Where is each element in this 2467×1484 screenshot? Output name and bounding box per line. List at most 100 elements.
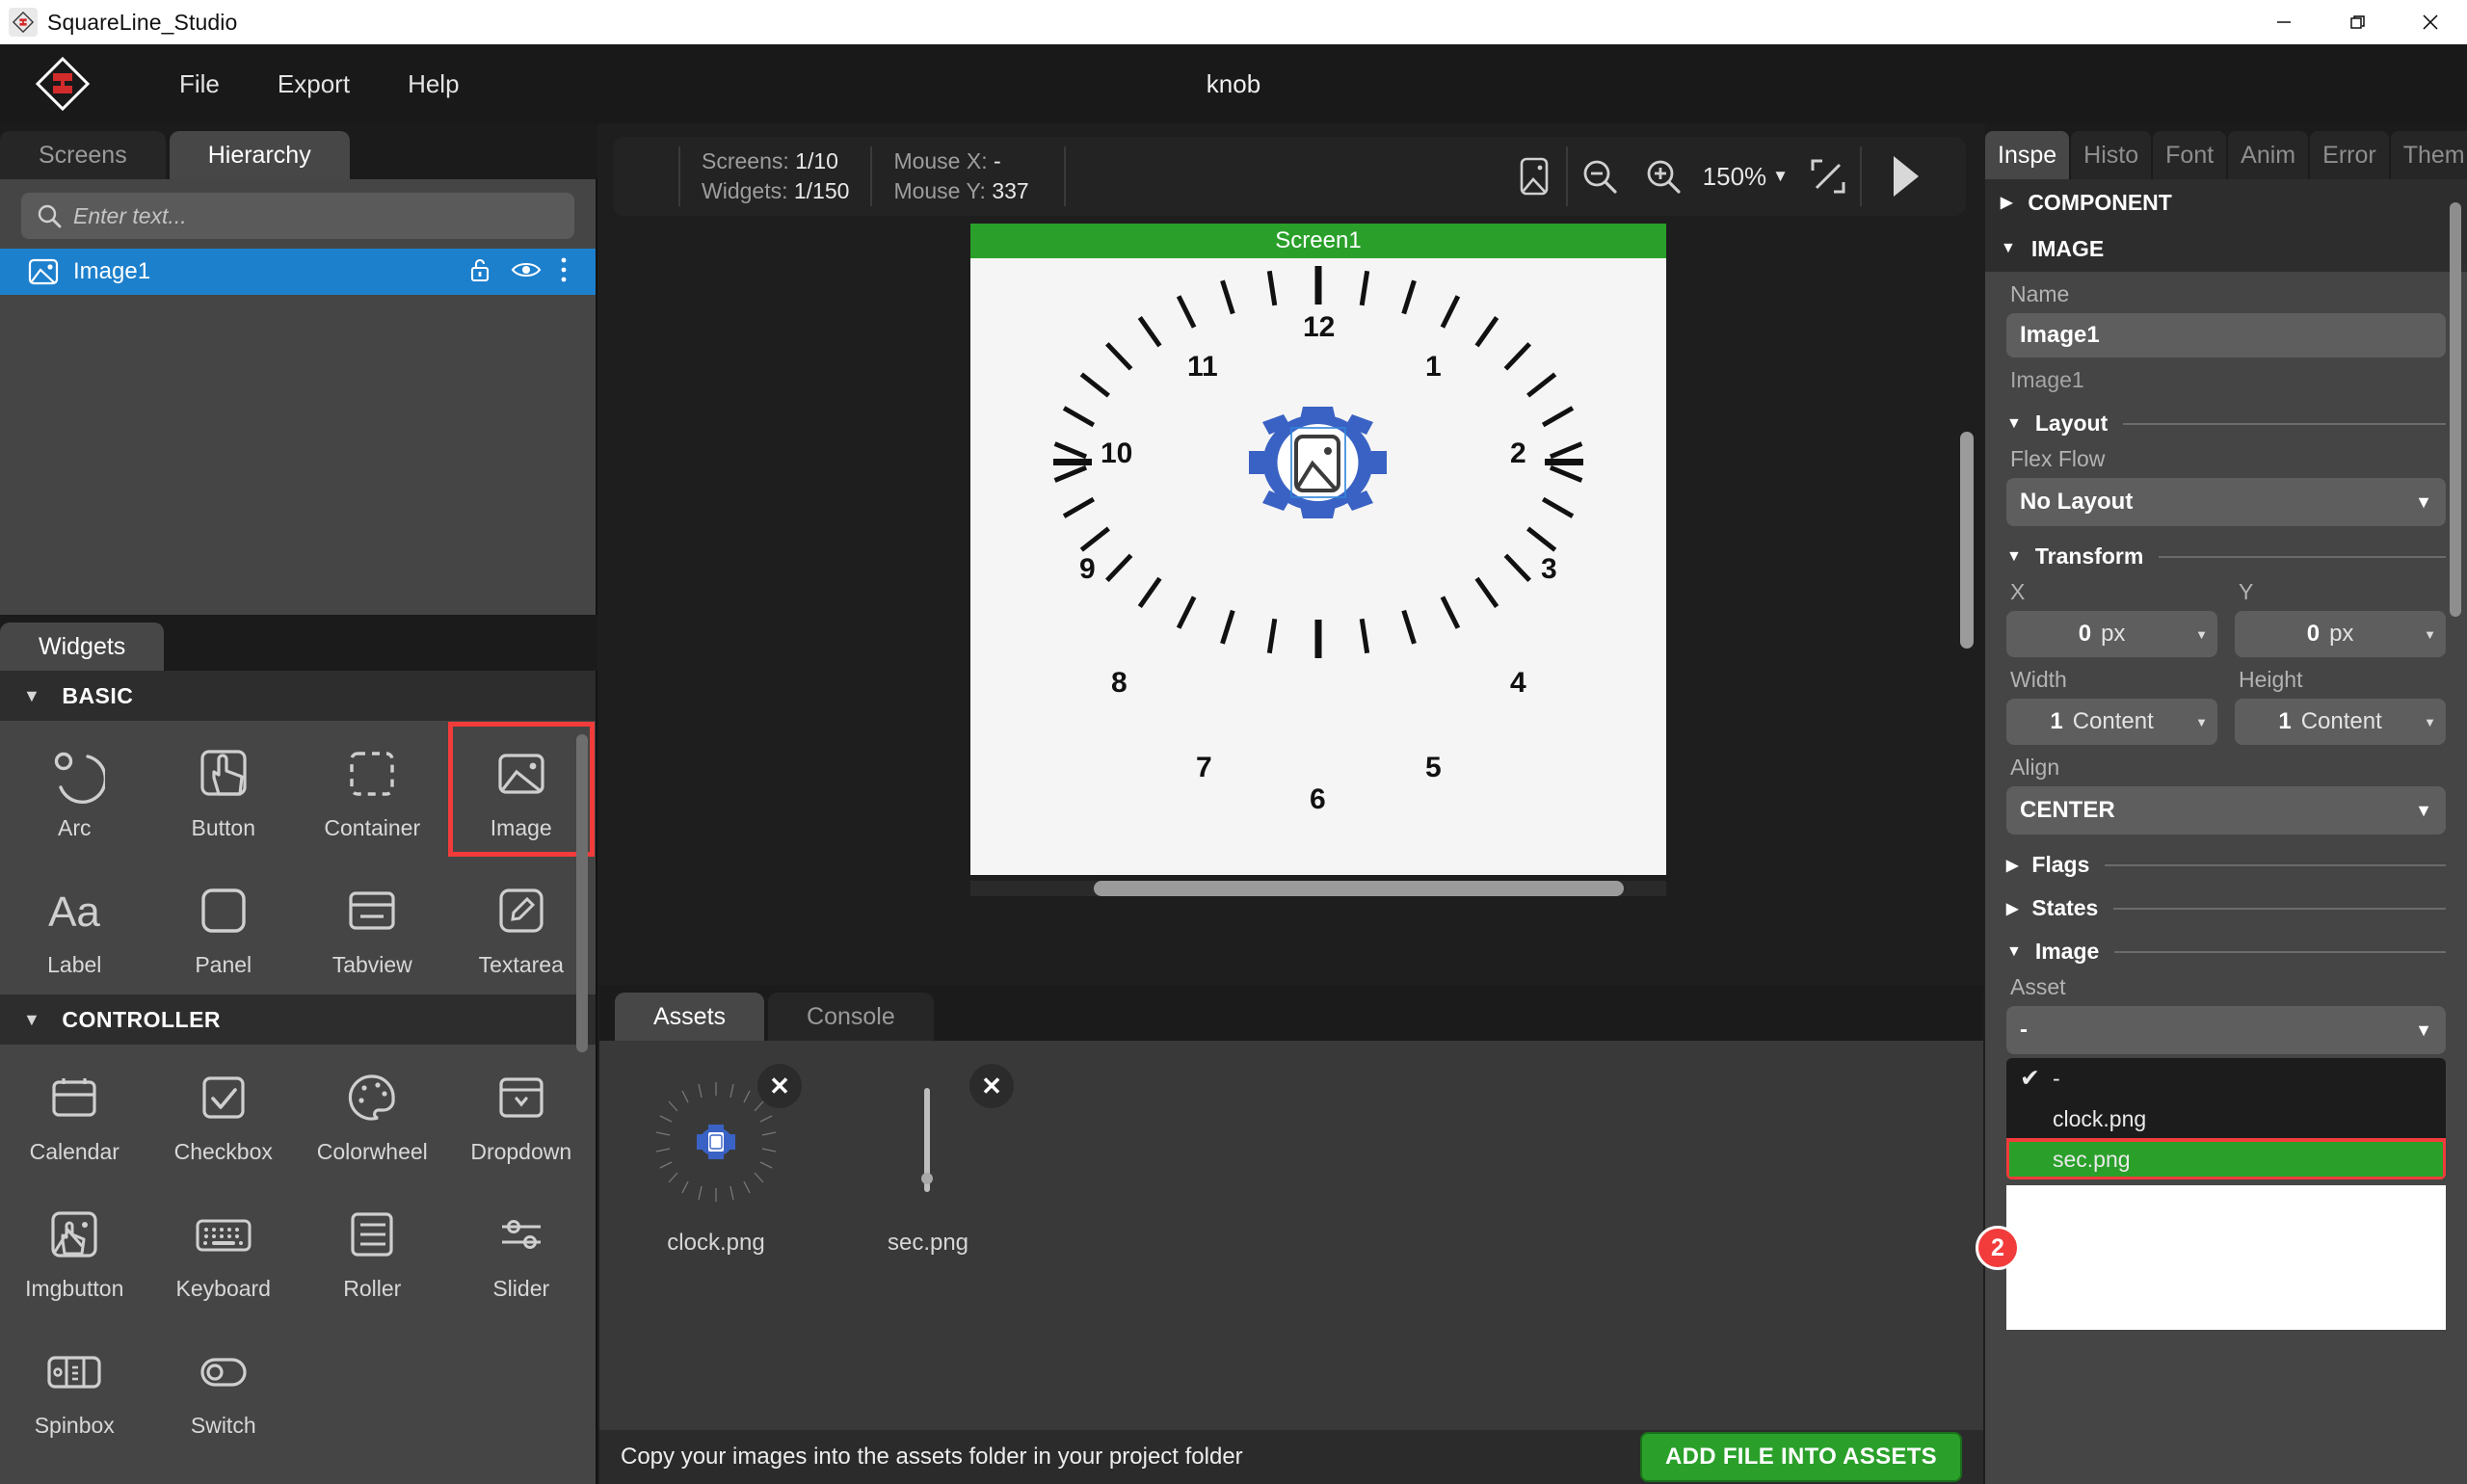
image-placeholder-gear-icon[interactable] <box>1243 405 1393 520</box>
width-value: 1 <box>2050 708 2063 734</box>
search-input[interactable] <box>73 202 561 229</box>
search-box[interactable] <box>21 193 574 239</box>
chevron-right-icon: ▶ <box>2006 857 2019 874</box>
menu-file[interactable]: File <box>150 62 249 107</box>
dropdown-option-clock[interactable]: clock.png <box>2006 1099 2446 1139</box>
chevron-down-icon[interactable]: ▼ <box>2416 715 2436 729</box>
zoom-level-control[interactable]: 150% ▼ <box>1695 162 1796 192</box>
align-select[interactable]: CENTER ▼ <box>2006 786 2446 835</box>
inspector-scrollbar[interactable] <box>2450 202 2461 617</box>
canvas-horizontal-scrollbar[interactable] <box>970 881 1666 896</box>
tab-hierarchy[interactable]: Hierarchy <box>169 131 350 179</box>
canvas-vertical-scrollbar[interactable] <box>1960 432 1974 649</box>
widget-calendar[interactable]: Calendar <box>0 1045 149 1181</box>
asset-select[interactable]: - ▼ <box>2006 1006 2446 1054</box>
checkbox-icon <box>193 1062 254 1133</box>
minimize-icon[interactable] <box>2247 0 2321 44</box>
play-icon[interactable] <box>1862 146 1949 206</box>
asset-item[interactable]: ✕ sec.png <box>836 1064 1020 1257</box>
height-input[interactable]: 1 Content ▼ <box>2235 699 2446 745</box>
fit-screen-icon[interactable] <box>1796 146 1860 206</box>
zoom-out-icon[interactable] <box>1568 146 1631 206</box>
section-component[interactable]: ▶ COMPONENT <box>1985 179 2467 225</box>
search-icon <box>35 201 64 230</box>
width-label: Width <box>2010 667 2067 692</box>
widget-tabview[interactable]: Tabview <box>298 858 447 994</box>
menu-help[interactable]: Help <box>379 62 488 107</box>
scrollbar-thumb[interactable] <box>1094 881 1624 896</box>
clock-number-11: 11 <box>1187 351 1218 383</box>
widget-switch[interactable]: Switch <box>149 1318 299 1455</box>
widget-panel[interactable]: Panel <box>149 858 299 994</box>
widgets-value: 1/150 <box>793 178 850 203</box>
tab-font[interactable]: Font <box>2153 131 2227 179</box>
dropdown-option-dash[interactable]: ✔ - <box>2006 1058 2446 1099</box>
widget-dropdown[interactable]: Dropdown <box>447 1045 597 1181</box>
widget-arc[interactable]: Arc <box>0 721 149 858</box>
group-image[interactable]: ▼ Image <box>1985 939 2467 965</box>
close-icon[interactable]: ✕ <box>757 1064 802 1108</box>
tab-console[interactable]: Console <box>768 993 934 1041</box>
align-group: Align <box>1985 755 2467 781</box>
widget-keyboard[interactable]: Keyboard <box>149 1181 299 1318</box>
eye-icon[interactable] <box>511 256 542 288</box>
add-file-into-assets-button[interactable]: ADD FILE INTO ASSETS <box>1639 1432 1962 1482</box>
x-input[interactable]: 0 px ▼ <box>2006 611 2217 657</box>
close-icon[interactable] <box>2394 0 2467 44</box>
y-input[interactable]: 0 px ▼ <box>2235 611 2446 657</box>
widget-imgbutton[interactable]: Imgbutton <box>0 1181 149 1318</box>
widget-group-controller[interactable]: ▼ CONTROLLER <box>0 994 596 1045</box>
widget-image[interactable]: Image <box>447 721 597 858</box>
chevron-down-icon: ▼ <box>2415 491 2432 512</box>
tab-anim[interactable]: Anim <box>2228 131 2309 179</box>
tab-assets[interactable]: Assets <box>615 993 765 1041</box>
chevron-down-icon[interactable]: ▼ <box>2416 627 2436 642</box>
tab-screens[interactable]: Screens <box>0 131 166 179</box>
widget-colorwheel[interactable]: Colorwheel <box>298 1045 447 1181</box>
image-icon[interactable] <box>1502 146 1566 206</box>
unlock-icon[interactable] <box>466 256 493 288</box>
imgbutton-icon <box>43 1199 105 1270</box>
widget-container[interactable]: Container <box>298 721 447 858</box>
screen-canvas[interactable]: 12 1 2 3 4 5 6 7 8 9 10 11 <box>970 258 1666 875</box>
group-transform[interactable]: ▼ Transform <box>1985 543 2467 570</box>
section-image[interactable]: ▼ IMAGE <box>1985 225 2467 272</box>
widget-group-basic[interactable]: ▼ BASIC <box>0 671 596 721</box>
zoom-in-icon[interactable] <box>1631 146 1695 206</box>
dropdown-option-sec[interactable]: sec.png <box>2006 1138 2446 1179</box>
chevron-down-icon[interactable]: ▼ <box>2188 715 2208 729</box>
tab-theme[interactable]: Them <box>2390 131 2467 179</box>
widget-roller[interactable]: Roller <box>298 1181 447 1318</box>
widgets-scrollbar[interactable] <box>576 734 588 1052</box>
tab-widgets[interactable]: Widgets <box>0 623 165 671</box>
clock-number-12: 12 <box>1303 311 1336 343</box>
widget-button[interactable]: Button <box>149 721 299 858</box>
widget-label[interactable]: Aa Label <box>0 858 149 994</box>
name-input[interactable]: Image1 <box>2006 313 2446 358</box>
flex-flow-group: Flex Flow <box>1985 446 2467 472</box>
close-icon[interactable]: ✕ <box>969 1064 1014 1108</box>
chevron-down-icon[interactable]: ▼ <box>2188 627 2208 642</box>
group-flags[interactable]: ▶ Flags <box>1985 852 2467 878</box>
y-value: 0 <box>2306 621 2321 647</box>
widget-spinbox[interactable]: Spinbox <box>0 1318 149 1455</box>
kebab-menu-icon[interactable] <box>559 255 569 289</box>
group-states[interactable]: ▶ States <box>1985 895 2467 921</box>
tree-row[interactable]: Image1 <box>0 249 596 295</box>
tab-history[interactable]: Histo <box>2071 131 2152 179</box>
group-layout[interactable]: ▼ Layout <box>1985 411 2467 437</box>
group-image-label: Image <box>2034 939 2100 964</box>
width-input[interactable]: 1 Content ▼ <box>2006 699 2217 745</box>
asset-item[interactable]: ✕ clock.png <box>624 1064 808 1257</box>
widget-textarea[interactable]: Textarea <box>447 858 597 994</box>
flex-flow-select[interactable]: No Layout ▼ <box>2006 478 2446 526</box>
widget-slider[interactable]: Slider <box>447 1181 597 1318</box>
widget-group-controller-label: CONTROLLER <box>62 1006 222 1032</box>
tab-inspector[interactable]: Inspe <box>1985 131 2070 179</box>
maximize-icon[interactable] <box>2321 0 2394 44</box>
inspector-tabstrip: Inspe Histo Font Anim Error Them <box>1985 123 2467 179</box>
menu-export[interactable]: Export <box>249 62 379 107</box>
tab-error[interactable]: Error <box>2310 131 2389 179</box>
chevron-down-icon: ▼ <box>2006 942 2022 960</box>
widget-checkbox[interactable]: Checkbox <box>149 1045 299 1181</box>
